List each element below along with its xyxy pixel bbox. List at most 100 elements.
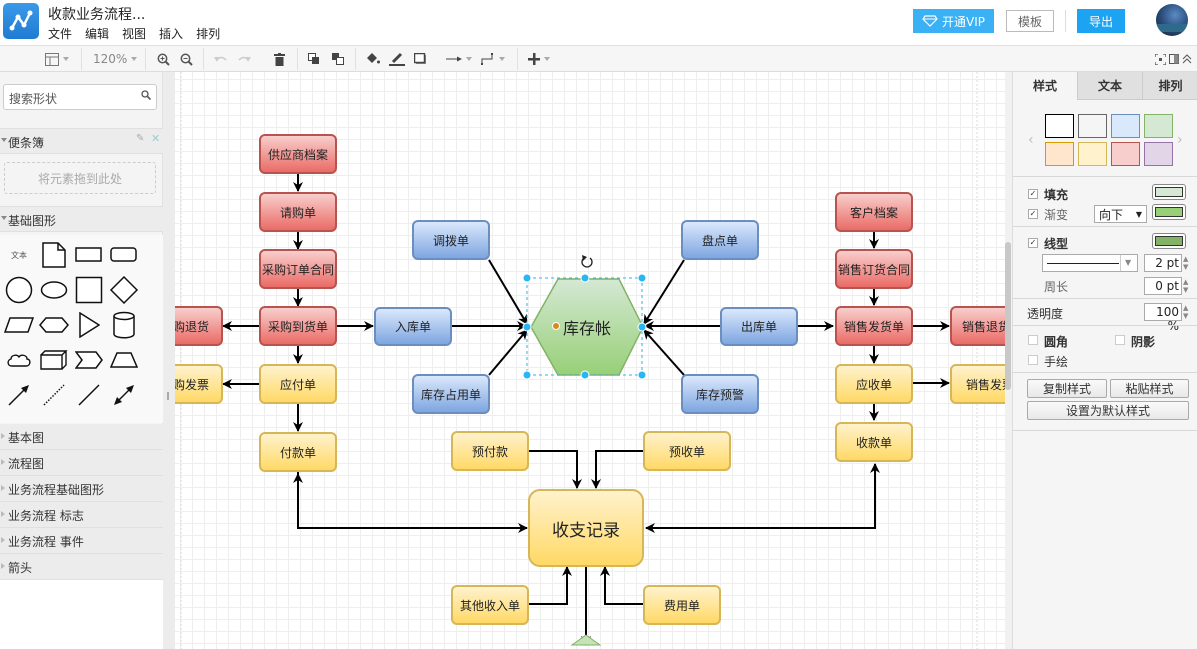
to-back-button[interactable] [332,50,344,68]
node-prepayment[interactable]: 预付款 [451,431,529,471]
node-outbound[interactable]: 出库单 [720,307,798,346]
close-icon[interactable]: ✕ [151,132,160,145]
edge[interactable] [645,464,876,533]
resize-handle[interactable] [637,370,647,380]
shape-cloud[interactable] [1,343,37,377]
canvas-scrollbar[interactable] [1005,72,1012,649]
shadow-button[interactable] [414,50,427,68]
collapse-toolbar-button[interactable] [1182,50,1192,68]
shape-document[interactable] [36,238,72,272]
node-cash-record[interactable]: 收支记录 [528,489,644,567]
library-flowchart[interactable]: 流程图 [0,450,163,476]
menu-view[interactable]: 视图 [122,25,146,42]
style-swatch[interactable] [1078,114,1107,138]
shape-trapezoid[interactable] [106,343,142,377]
swatch-prev-icon[interactable]: ‹ [1028,132,1034,148]
zoom-dropdown[interactable]: 120% [93,50,138,68]
shape-cylinder[interactable] [106,308,142,342]
style-swatch[interactable] [1045,142,1074,166]
app-logo[interactable] [3,3,39,39]
export-button[interactable]: 导出 [1077,9,1125,33]
tab-arrange[interactable]: 排列 [1142,72,1197,100]
fill-color-button[interactable] [366,50,380,68]
node-customer[interactable]: 客户档案 [835,192,913,232]
library-bpmn-basic[interactable]: 业务流程基础图形 [0,476,163,502]
shape-rectangle[interactable] [71,238,107,272]
node-purchase-contract[interactable]: 采购订单合同 [259,249,337,289]
shadow-checkbox[interactable] [1115,335,1125,345]
zoom-out-button[interactable] [180,50,193,68]
node-sales-return[interactable]: 销售退货 [950,306,1005,346]
opacity-input[interactable]: 100 % [1144,303,1182,333]
tab-text[interactable]: 文本 [1077,72,1142,100]
menu-file[interactable]: 文件 [48,25,72,42]
node-stock-alert[interactable]: 库存预警 [681,374,759,414]
edge[interactable] [293,463,528,533]
insert-button[interactable] [528,50,550,68]
swatch-next-icon[interactable]: › [1177,132,1183,148]
shape-diamond[interactable] [106,273,142,307]
sidebar-splitter[interactable] [163,72,175,649]
node-payable[interactable]: 应付单 [259,364,337,404]
edge[interactable] [643,329,685,376]
resize-handle[interactable] [522,322,532,332]
format-panel-toggle[interactable] [1169,50,1179,68]
redo-button[interactable] [238,50,251,68]
delete-button[interactable] [274,50,285,68]
paste-style-button[interactable]: 粘贴样式 [1110,379,1189,398]
sketch-checkbox[interactable] [1028,355,1038,365]
node-stock-occupy[interactable]: 库存占用单 [412,374,490,414]
resize-handle[interactable] [522,370,532,380]
shape-line[interactable] [71,378,107,412]
menu-edit[interactable]: 编辑 [85,25,109,42]
library-bpmn-events[interactable]: 业务流程 事件 [0,528,163,554]
node-purchase-request[interactable]: 请购单 [259,192,337,232]
node-purchase-invoice[interactable]: 采购发票 [175,364,223,404]
undo-button[interactable] [214,50,227,68]
edge[interactable] [527,566,572,605]
node-transfer[interactable]: 调拨单 [412,220,490,260]
zoom-in-button[interactable] [157,50,170,68]
shape-search-input[interactable]: 搜索形状 [3,84,157,110]
gradient-direction-select[interactable]: 向下 ▼ [1094,205,1147,223]
waypoint-style-button[interactable] [481,50,505,68]
menu-arrange[interactable]: 排列 [196,25,220,42]
node-receivable[interactable]: 应收单 [835,364,913,404]
line-pattern-select[interactable]: ▼ [1042,254,1138,272]
node-receipt[interactable]: 收款单 [835,422,913,462]
node-sales-delivery[interactable]: 销售发货单 [835,306,913,346]
open-vip-button[interactable]: 开通VIP [913,9,994,33]
node-sales-invoice[interactable]: 销售发票 [950,364,1005,404]
perimeter-spinner-icon[interactable]: ▲ ▼ [1183,278,1191,294]
fullscreen-button[interactable] [1155,50,1166,68]
resize-handle[interactable] [637,273,647,283]
scratchpad-drop-zone[interactable]: 将元素拖到此处 [4,162,156,194]
shape-step[interactable] [71,343,107,377]
diagram-canvas[interactable]: 供应商档案 请购单 采购订单合同 采购到货单 采购退货 应付单 采购发票 付款单… [175,72,1005,649]
shape-hexagon[interactable] [36,308,72,342]
set-default-style-button[interactable]: 设置为默认样式 [1027,401,1189,420]
node-inbound[interactable]: 入库单 [374,307,452,346]
edge[interactable] [600,566,643,605]
node-other-income[interactable]: 其他收入单 [451,585,529,625]
fill-color-button[interactable] [1152,184,1186,200]
style-swatch[interactable] [1144,142,1173,166]
line-color-button[interactable] [389,50,405,68]
style-swatch[interactable] [1144,114,1173,138]
template-button[interactable]: 模板 [1006,10,1054,32]
rounded-checkbox[interactable] [1028,335,1038,345]
perimeter-input[interactable]: 0 pt [1144,277,1182,295]
user-avatar[interactable] [1156,4,1188,36]
fill-checkbox[interactable]: ✓ [1028,189,1038,199]
edge[interactable] [527,450,582,489]
node-expense[interactable]: 费用单 [643,585,721,625]
line-width-input[interactable]: 2 pt [1144,254,1182,272]
shape-parallelogram[interactable] [1,308,37,342]
node-prereceipt[interactable]: 预收单 [643,431,731,471]
style-swatch[interactable] [1111,142,1140,166]
shape-square[interactable] [71,273,107,307]
menu-insert[interactable]: 插入 [159,25,183,42]
copy-style-button[interactable]: 复制样式 [1027,379,1107,398]
node-sales-contract[interactable]: 销售订货合同 [835,249,913,289]
opacity-spinner-icon[interactable]: ▲ ▼ [1183,304,1191,320]
